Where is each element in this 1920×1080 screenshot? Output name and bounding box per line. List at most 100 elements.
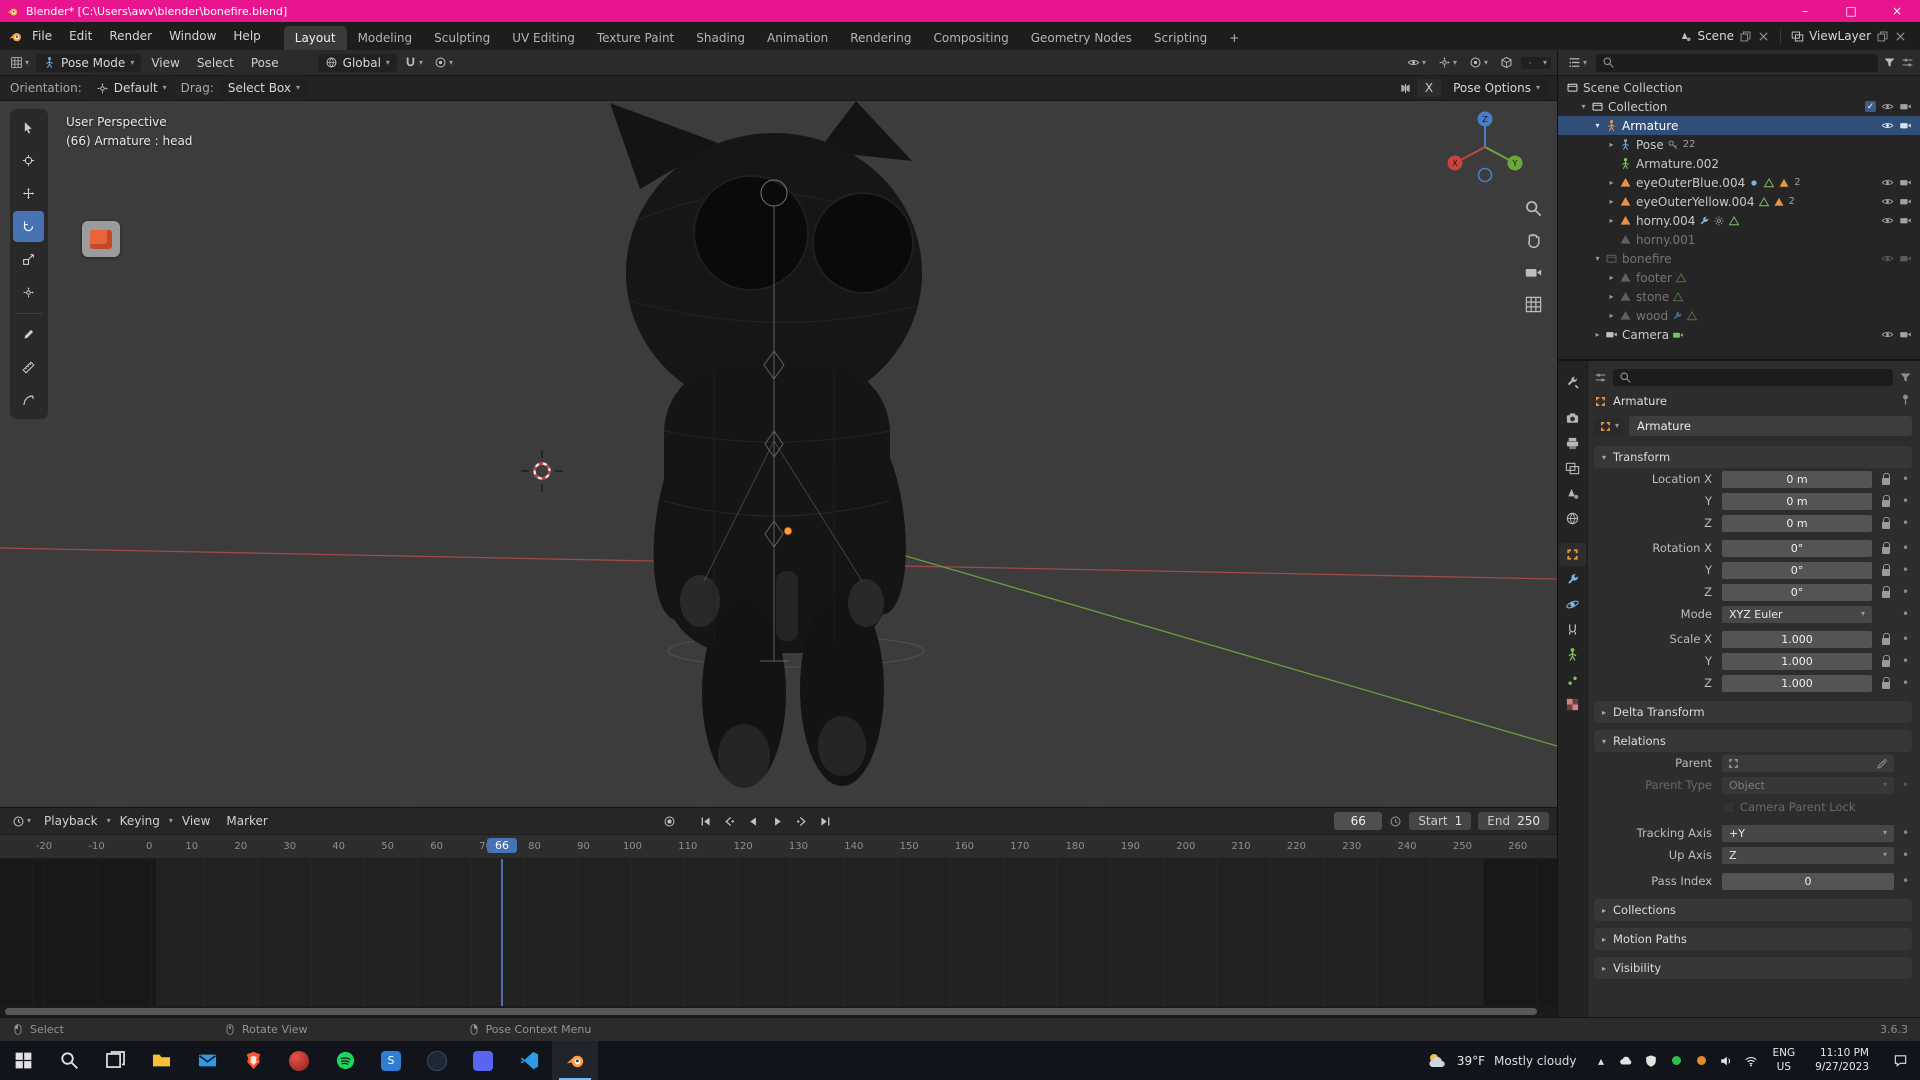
- tab-sculpting[interactable]: Sculpting: [423, 26, 501, 50]
- snapping-toggle[interactable]: ▾: [400, 54, 427, 71]
- timeline-scrollbar[interactable]: [0, 1006, 1557, 1017]
- outliner-row-eyeouteryellow[interactable]: ▸ eyeOuterYellow.004 2: [1558, 192, 1920, 211]
- file-explorer-button[interactable]: [138, 1041, 184, 1080]
- rotation-z-field[interactable]: 0°: [1722, 584, 1872, 601]
- close-button[interactable]: ×: [1874, 0, 1920, 22]
- section-delta-transform[interactable]: ▸ Delta Transform: [1594, 701, 1912, 723]
- pose-options-dropdown[interactable]: Pose Options ▾: [1446, 79, 1547, 97]
- outliner-row-eyeouterblue[interactable]: ▸ eyeOuterBlue.004 2: [1558, 173, 1920, 192]
- disclosure-icon[interactable]: ▸: [1604, 216, 1619, 225]
- xray-toggle[interactable]: [1496, 54, 1517, 71]
- play-reverse-button[interactable]: [743, 812, 764, 830]
- properties-search-field[interactable]: [1613, 369, 1893, 386]
- menu-view-timeline[interactable]: View: [175, 811, 217, 831]
- parent-type-select[interactable]: Object ▾: [1722, 777, 1894, 794]
- tab-object[interactable]: [1559, 543, 1586, 566]
- menu-marker[interactable]: Marker: [219, 811, 274, 831]
- transform-orientation-dropdown[interactable]: Global ▾: [318, 54, 397, 72]
- tool-rotate[interactable]: [13, 211, 44, 242]
- menu-window[interactable]: Window: [161, 25, 224, 47]
- start-frame-field[interactable]: Start1: [1409, 812, 1471, 830]
- scene-selector[interactable]: Scene: [1674, 27, 1775, 45]
- disclosure-icon[interactable]: ▸: [1604, 140, 1619, 149]
- tab-compositing[interactable]: Compositing: [922, 26, 1019, 50]
- animate-dot-icon[interactable]: •: [1899, 563, 1912, 577]
- datablock-name-field[interactable]: Armature: [1629, 416, 1912, 436]
- use-preview-range-icon[interactable]: [1389, 815, 1402, 828]
- tab-modifiers[interactable]: [1559, 568, 1586, 591]
- proportional-editing-toggle[interactable]: ▾: [430, 54, 457, 71]
- disable-render-icon[interactable]: [1899, 176, 1912, 189]
- blender-app-icon[interactable]: [8, 29, 23, 44]
- orientation-setting-dropdown[interactable]: Default ▾: [89, 79, 174, 97]
- spotify-button[interactable]: [322, 1041, 368, 1080]
- disclosure-icon[interactable]: ▾: [1590, 254, 1605, 263]
- jump-to-end-button[interactable]: [815, 812, 836, 830]
- tool-transform[interactable]: [13, 277, 44, 308]
- new-scene-icon[interactable]: [1739, 30, 1752, 43]
- tool-breakdowner[interactable]: [13, 385, 44, 416]
- tab-physics[interactable]: [1559, 593, 1586, 616]
- disable-render-icon[interactable]: [1899, 214, 1912, 227]
- lock-icon[interactable]: [1877, 518, 1894, 529]
- app-button-red[interactable]: [276, 1041, 322, 1080]
- tray-network[interactable]: [1739, 1041, 1764, 1080]
- animate-dot-icon[interactable]: •: [1899, 607, 1912, 621]
- minimize-button[interactable]: –: [1782, 0, 1828, 22]
- ortho-grid-icon[interactable]: [1524, 295, 1543, 314]
- hide-eye-icon[interactable]: [1881, 252, 1894, 265]
- tab-render[interactable]: [1559, 407, 1586, 430]
- current-frame-field[interactable]: 66: [1334, 812, 1382, 830]
- play-button[interactable]: [767, 812, 788, 830]
- properties-editor-icon[interactable]: [1594, 371, 1607, 384]
- menu-render[interactable]: Render: [101, 25, 160, 47]
- tab-object-data[interactable]: [1559, 643, 1586, 666]
- outliner-row-pose[interactable]: ▸ Pose 22: [1558, 135, 1920, 154]
- tool-select-box[interactable]: [13, 112, 44, 143]
- disable-render-icon[interactable]: [1899, 328, 1912, 341]
- filter-funnel-icon[interactable]: [1899, 371, 1912, 384]
- brave-button[interactable]: [230, 1041, 276, 1080]
- outliner-row-armature-data[interactable]: Armature.002: [1558, 154, 1920, 173]
- disclosure-icon[interactable]: ▸: [1604, 178, 1619, 187]
- tracking-axis-select[interactable]: +Y ▾: [1722, 825, 1894, 842]
- tab-constraints[interactable]: [1559, 618, 1586, 641]
- outliner-row-wood[interactable]: ▸ wood: [1558, 306, 1920, 325]
- filter-funnel-icon[interactable]: [1883, 56, 1896, 69]
- tab-scripting[interactable]: Scripting: [1143, 26, 1218, 50]
- up-axis-select[interactable]: Z ▾: [1722, 847, 1894, 864]
- animate-dot-icon[interactable]: •: [1899, 516, 1912, 530]
- disable-render-icon[interactable]: [1899, 119, 1912, 132]
- outliner-row-horny004[interactable]: ▸ horny.004: [1558, 211, 1920, 230]
- disable-render-icon[interactable]: [1899, 252, 1912, 265]
- overlays-dropdown[interactable]: ▾: [1465, 54, 1492, 71]
- section-transform[interactable]: ▾ Transform: [1594, 446, 1912, 468]
- end-frame-field[interactable]: End250: [1478, 812, 1549, 830]
- viewlayer-selector[interactable]: ViewLayer: [1786, 27, 1912, 45]
- timeline-editor-selector[interactable]: ▾: [8, 813, 35, 830]
- tool-cursor[interactable]: [13, 145, 44, 176]
- outliner-options-icon[interactable]: [1901, 56, 1914, 69]
- add-workspace-button[interactable]: +: [1218, 26, 1250, 50]
- eyedropper-icon[interactable]: [1876, 757, 1889, 770]
- disable-render-icon[interactable]: [1899, 195, 1912, 208]
- tool-measure[interactable]: [13, 352, 44, 383]
- scale-x-field[interactable]: 1.000: [1722, 631, 1872, 648]
- tray-app-orange[interactable]: [1689, 1041, 1714, 1080]
- menu-pose[interactable]: Pose: [244, 53, 286, 73]
- maximize-button[interactable]: □: [1828, 0, 1874, 22]
- tool-move[interactable]: [13, 178, 44, 209]
- tray-app-green[interactable]: [1664, 1041, 1689, 1080]
- zoom-icon[interactable]: [1524, 199, 1543, 218]
- outliner-editor-selector[interactable]: ▾: [1564, 54, 1591, 71]
- animate-dot-icon[interactable]: •: [1899, 541, 1912, 555]
- outliner-row-collection[interactable]: ▾ Collection ✓: [1558, 97, 1920, 116]
- tab-uv-editing[interactable]: UV Editing: [501, 26, 586, 50]
- mirror-x-toggle[interactable]: X: [1417, 79, 1441, 97]
- shading-solid-button[interactable]: [1529, 62, 1531, 64]
- animate-dot-icon[interactable]: •: [1899, 654, 1912, 668]
- hide-eye-icon[interactable]: [1881, 328, 1894, 341]
- tab-scene[interactable]: [1559, 482, 1586, 505]
- hide-eye-icon[interactable]: [1881, 195, 1894, 208]
- tray-volume[interactable]: [1714, 1041, 1739, 1080]
